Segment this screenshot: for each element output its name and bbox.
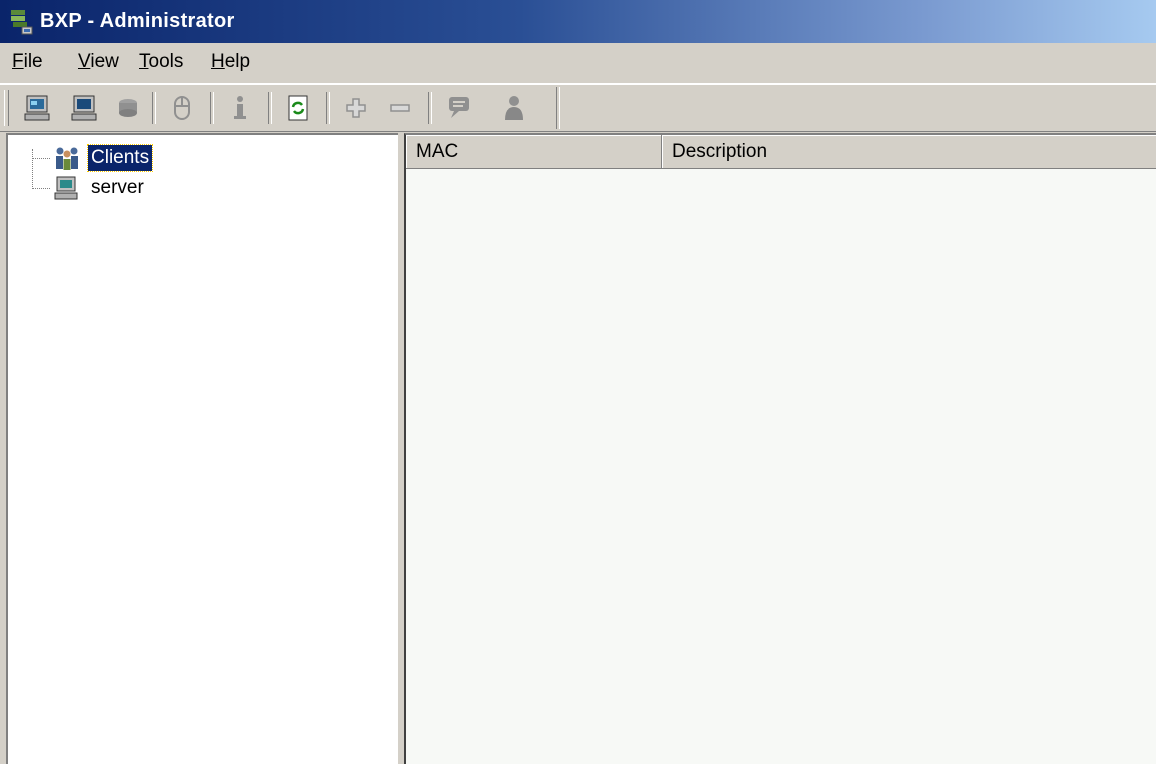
server-computer-icon xyxy=(54,176,78,200)
menu-file[interactable]: File xyxy=(12,51,43,73)
menu-help[interactable]: Help xyxy=(211,51,250,73)
info-button[interactable] xyxy=(222,91,258,125)
client-computer-button[interactable] xyxy=(20,91,56,125)
window-title: BXP - Administrator xyxy=(40,10,235,32)
menu-tools[interactable]: Tools xyxy=(139,51,183,73)
tree-item-label: Clients xyxy=(86,144,154,172)
user-button[interactable] xyxy=(496,91,532,125)
menu-view[interactable]: View xyxy=(78,51,119,73)
add-button[interactable] xyxy=(338,91,374,125)
computer-button[interactable] xyxy=(66,91,102,125)
toolbar-separator xyxy=(268,92,272,124)
info-icon xyxy=(234,96,246,119)
toolbar-separator xyxy=(428,92,432,124)
add-icon xyxy=(346,98,366,118)
toolbar-grip[interactable] xyxy=(4,90,9,126)
mouse-icon xyxy=(174,96,190,120)
chat-icon xyxy=(449,97,469,118)
refresh-icon xyxy=(288,95,308,121)
remove-icon xyxy=(390,104,410,112)
computer-icon xyxy=(71,95,97,121)
chat-button[interactable] xyxy=(442,91,478,125)
column-header-label: MAC xyxy=(416,141,459,162)
list-view[interactable]: MAC Description xyxy=(404,133,1156,764)
column-header-description[interactable]: Description xyxy=(662,135,1156,169)
refresh-button[interactable] xyxy=(280,91,316,125)
toolbar-separator xyxy=(326,92,330,124)
tree-line xyxy=(32,149,33,189)
mouse-button[interactable] xyxy=(164,91,200,125)
title-bar[interactable]: BXP - Administrator xyxy=(0,0,1156,43)
tree-line xyxy=(32,188,50,189)
clients-group-icon xyxy=(56,147,78,170)
app-icon xyxy=(11,10,33,35)
toolbar xyxy=(0,84,1156,132)
user-icon xyxy=(505,96,523,120)
column-header-label: Description xyxy=(672,141,768,162)
disk-button[interactable] xyxy=(110,91,146,125)
client-computer-icon xyxy=(24,95,50,121)
column-header-mac[interactable]: MAC xyxy=(406,135,662,169)
tree-item-clients[interactable]: Clients xyxy=(52,144,154,172)
remove-button[interactable] xyxy=(382,91,418,125)
menu-bar: File View Tools Help xyxy=(0,43,1156,84)
disk-icon xyxy=(119,99,137,117)
tree-item-server[interactable]: server xyxy=(52,175,147,201)
toolbar-end xyxy=(556,87,560,129)
tree-line xyxy=(32,158,50,159)
tree-pane[interactable]: Clients server xyxy=(6,133,398,764)
toolbar-separator xyxy=(152,92,156,124)
toolbar-separator xyxy=(210,92,214,124)
tree-item-label: server xyxy=(91,177,144,198)
